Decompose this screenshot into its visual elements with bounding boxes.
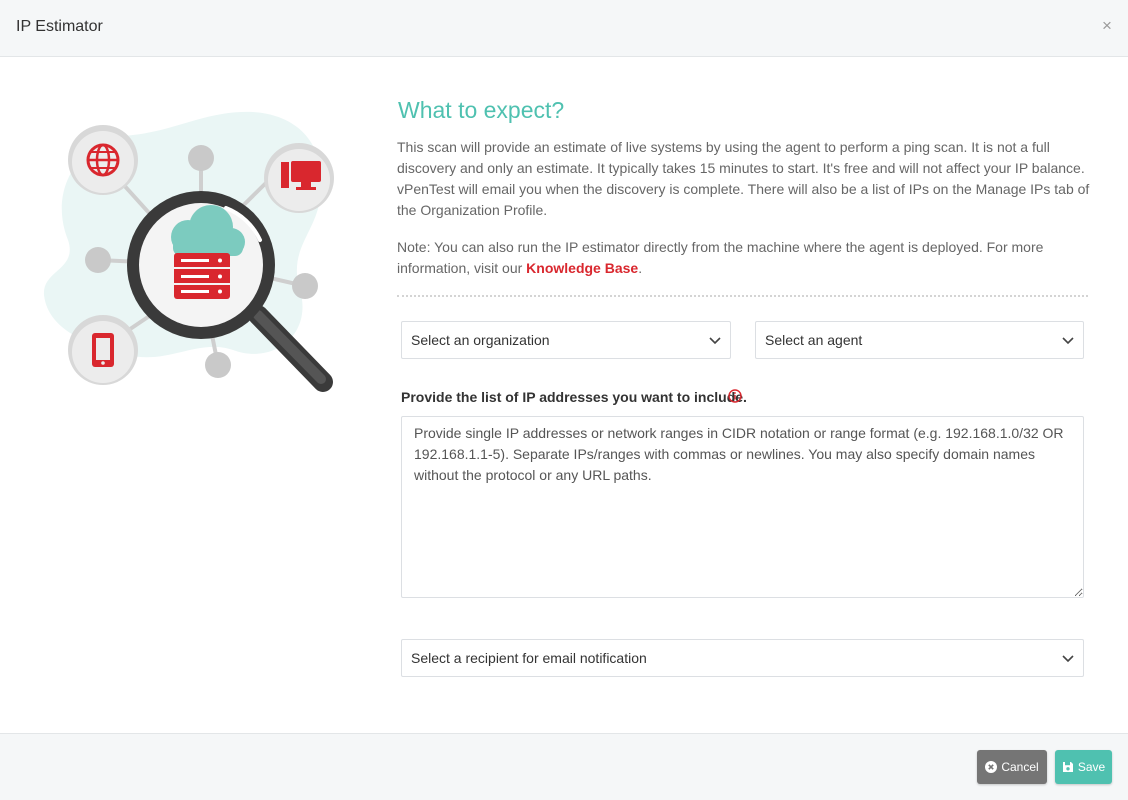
- globe-icon: [68, 125, 138, 195]
- organization-select[interactable]: Select an organization: [401, 321, 731, 359]
- agent-select[interactable]: Select an agent: [755, 321, 1084, 359]
- modal-title: IP Estimator: [16, 18, 103, 35]
- ip-list-label: Provide the list of IP addresses you wan…: [401, 389, 747, 405]
- ip-estimator-illustration: [38, 100, 338, 400]
- server-icon: [174, 253, 230, 299]
- email-recipient-select[interactable]: Select a recipient for email notificatio…: [401, 639, 1084, 677]
- intro-heading: What to expect?: [398, 97, 565, 123]
- email-recipient-select-label: Select a recipient for email notificatio…: [411, 650, 647, 666]
- intro-description: This scan will provide an estimate of li…: [397, 139, 1090, 218]
- modal-footer: [0, 733, 1128, 800]
- agent-note: Note: You can also run the IP estimator …: [397, 237, 1091, 279]
- save-button[interactable]: Save: [1055, 750, 1112, 784]
- modal-header: IP Estimator ×: [0, 0, 1128, 57]
- chevron-down-icon: [1062, 655, 1074, 663]
- chevron-down-icon: [1062, 337, 1074, 345]
- cancel-button-label: Cancel: [1001, 760, 1039, 774]
- close-icon[interactable]: ×: [1100, 17, 1114, 35]
- organization-select-label: Select an organization: [411, 332, 550, 348]
- divider: [397, 295, 1088, 297]
- times-circle-icon: [985, 761, 998, 773]
- floppy-disk-icon: [1062, 762, 1073, 772]
- cancel-button[interactable]: Cancel: [977, 750, 1047, 784]
- ip-list-textarea[interactable]: [401, 416, 1084, 598]
- knowledge-base-link[interactable]: Knowledge Base: [526, 260, 638, 276]
- chevron-down-icon: [709, 337, 721, 345]
- agent-note-text: Note: You can also run the IP estimator …: [397, 239, 1044, 276]
- info-icon[interactable]: [728, 389, 742, 403]
- save-button-label: Save: [1077, 760, 1106, 774]
- computer-icon: [264, 143, 334, 213]
- agent-select-label: Select an agent: [765, 332, 863, 348]
- mobile-phone-icon: [68, 315, 138, 385]
- agent-note-end: .: [638, 260, 643, 276]
